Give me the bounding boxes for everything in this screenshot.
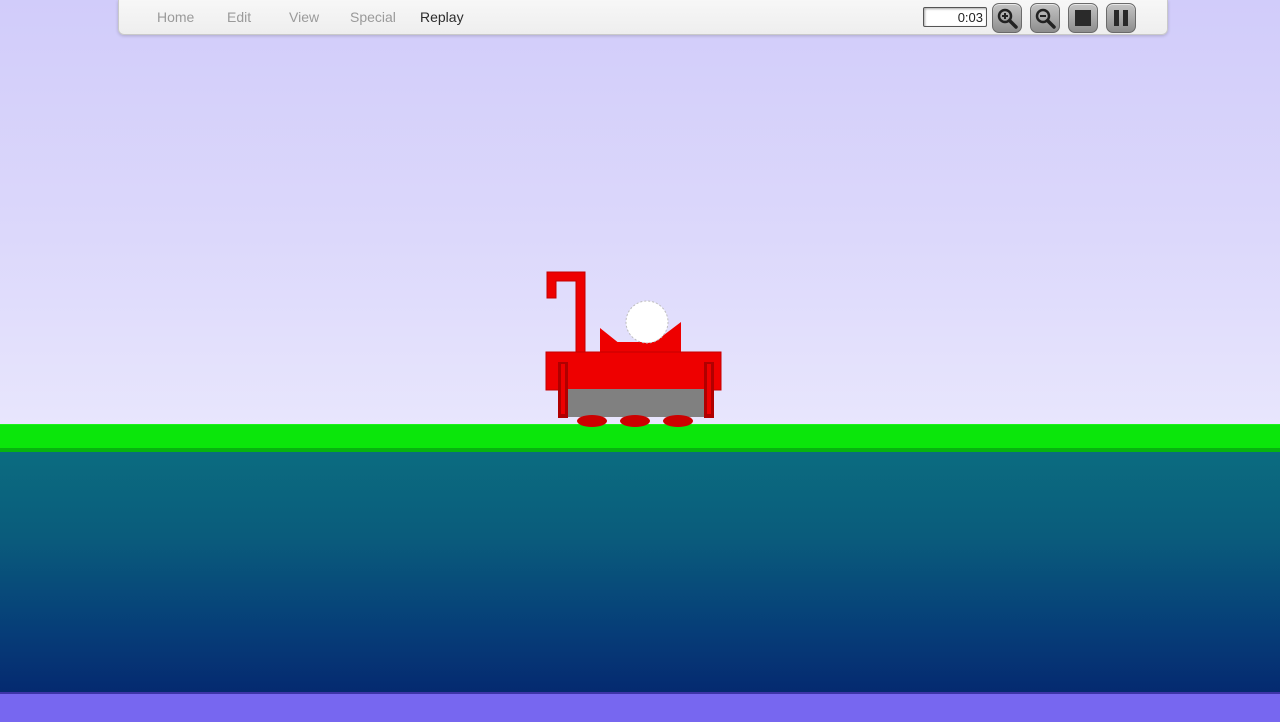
menu-edit[interactable]: Edit <box>227 9 287 25</box>
toolbar: Home Edit View Special Replay 0:03 <box>118 0 1168 35</box>
vehicle-body <box>545 351 722 391</box>
wheel <box>620 415 650 427</box>
timer-display: 0:03 <box>923 7 987 27</box>
vehicle <box>545 271 722 427</box>
zoom-in-icon <box>996 7 1018 29</box>
stop-button[interactable] <box>1068 3 1098 33</box>
wheel <box>577 415 607 427</box>
zoom-out-button[interactable] <box>1030 3 1060 33</box>
zoom-out-icon <box>1034 7 1056 29</box>
zoom-in-button[interactable] <box>992 3 1022 33</box>
menu-view[interactable]: View <box>287 9 349 25</box>
wheel <box>663 415 693 427</box>
menu-home[interactable]: Home <box>155 9 227 25</box>
stop-icon <box>1074 9 1092 27</box>
vehicle-handle <box>546 271 586 357</box>
ball <box>625 300 669 344</box>
menu-bar: Home Edit View Special Replay <box>155 9 480 25</box>
game-canvas[interactable] <box>0 0 1280 720</box>
pause-button[interactable] <box>1106 3 1136 33</box>
menu-replay[interactable]: Replay <box>420 9 480 25</box>
pause-icon <box>1112 9 1130 27</box>
menu-special[interactable]: Special <box>349 9 420 25</box>
vehicle-base <box>566 389 706 417</box>
